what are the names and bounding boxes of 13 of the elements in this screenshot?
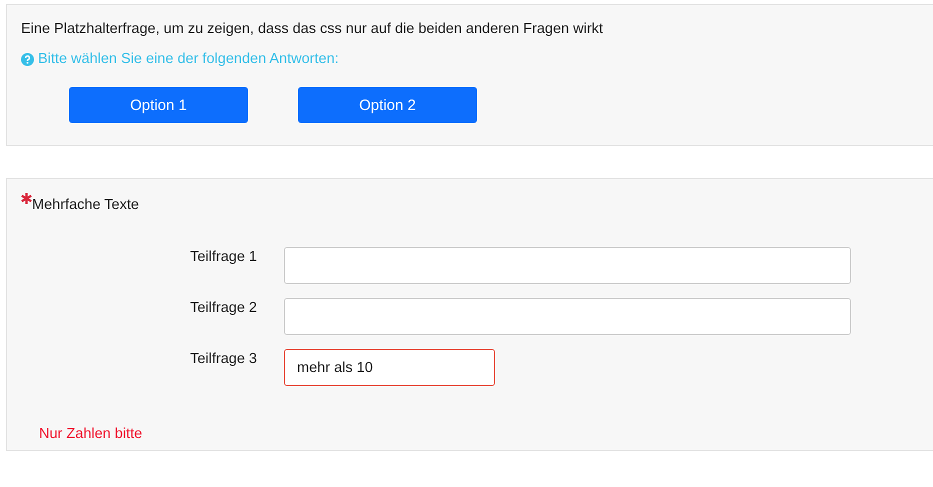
subquestion-label: Teilfrage 1 xyxy=(190,248,257,265)
question-text: Eine Platzhalterfrage, um zu zeigen, dass das css nur auf die beiden anderen Fragen wirkt xyxy=(21,21,604,37)
subquestion-label: Teilfrage 2 xyxy=(190,299,257,316)
answer-field[interactable]: mehr als 10 xyxy=(284,349,495,386)
question-text: Mehrfache Texte xyxy=(32,197,139,213)
help-text: Bitte wählen Sie eine der folgenden Antworten: xyxy=(38,51,339,67)
option-button[interactable]: Option 2 xyxy=(298,87,477,123)
option-button[interactable]: Option 1 xyxy=(69,87,248,123)
help-icon xyxy=(21,52,34,66)
error-message: Nur Zahlen bitte xyxy=(39,426,144,442)
answer-field[interactable] xyxy=(284,247,851,284)
subquestion-label: Teilfrage 3 xyxy=(190,350,257,367)
answer-field[interactable] xyxy=(284,298,851,335)
